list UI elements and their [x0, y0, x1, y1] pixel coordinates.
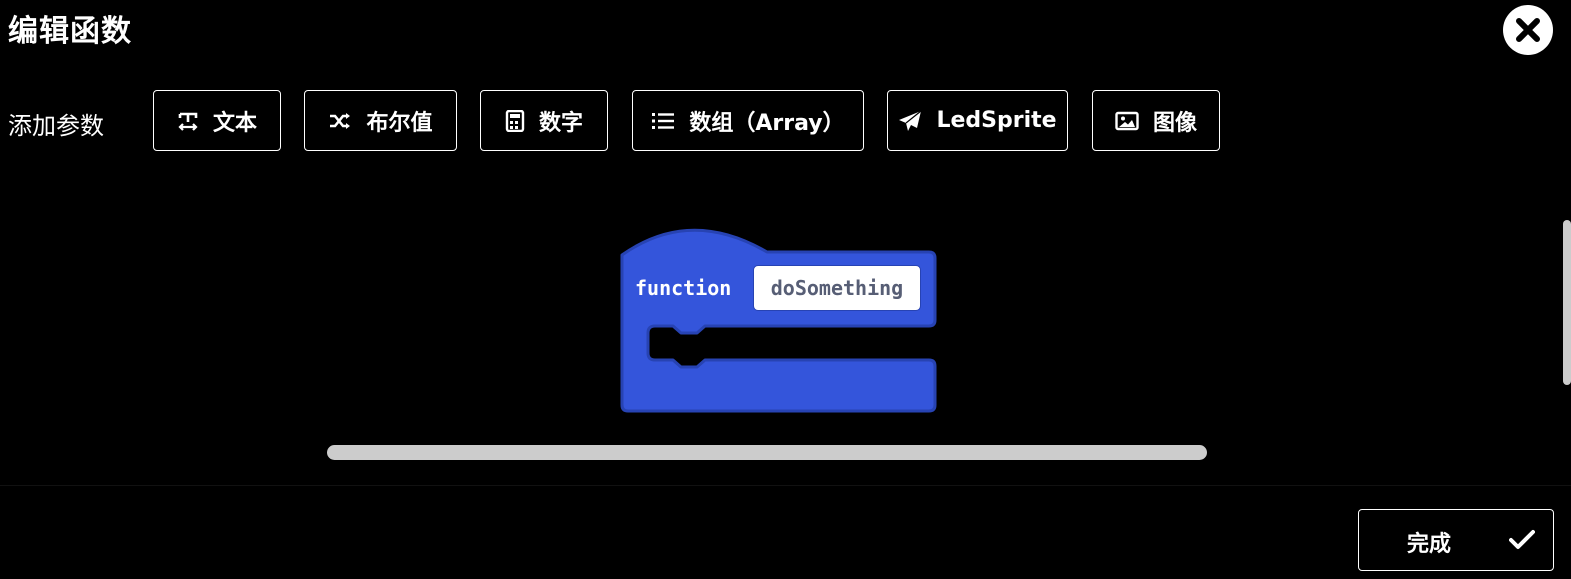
- paper-plane-icon: [898, 110, 922, 132]
- function-keyword: function: [635, 276, 732, 300]
- add-text-param-button[interactable]: 文本: [153, 90, 281, 151]
- add-number-param-button[interactable]: 数字: [480, 90, 608, 151]
- add-ledsprite-param-button[interactable]: LedSprite: [887, 90, 1068, 151]
- vertical-scrollbar[interactable]: [1563, 220, 1571, 385]
- edit-function-dialog: 编辑函数 添加参数 文本 布尔值 数字 数组（Array） LedSprite …: [0, 0, 1571, 579]
- add-boolean-param-label: 布尔值: [366, 110, 433, 136]
- add-number-param-label: 数字: [538, 110, 583, 136]
- close-button[interactable]: [1503, 5, 1553, 55]
- done-button[interactable]: 完成: [1358, 509, 1554, 571]
- text-icon: [177, 110, 199, 132]
- checkmark-icon: [1509, 530, 1535, 549]
- function-name-field[interactable]: doSomething: [753, 265, 921, 311]
- close-icon: [1516, 18, 1540, 42]
- horizontal-scrollbar[interactable]: [327, 445, 1207, 460]
- image-icon: [1115, 111, 1139, 131]
- add-parameter-label: 添加参数: [8, 112, 104, 140]
- add-boolean-param-button[interactable]: 布尔值: [304, 90, 457, 151]
- add-ledsprite-param-label: LedSprite: [936, 108, 1057, 133]
- add-image-param-button[interactable]: 图像: [1092, 90, 1220, 151]
- shuffle-icon: [328, 111, 352, 131]
- done-label: 完成: [1407, 532, 1452, 557]
- calculator-icon: [505, 109, 525, 132]
- add-array-param-label: 数组（Array）: [689, 110, 845, 136]
- dialog-title: 编辑函数: [8, 14, 132, 49]
- add-parameter-row: 添加参数 文本 布尔值 数字 数组（Array） LedSprite 图像: [0, 90, 1571, 154]
- dialog-header: 编辑函数: [0, 0, 1571, 78]
- block-workspace[interactable]: function doSomething: [0, 180, 1571, 486]
- add-text-param-label: 文本: [212, 110, 257, 136]
- add-array-param-button[interactable]: 数组（Array）: [632, 90, 864, 151]
- function-definition-block[interactable]: [620, 225, 940, 415]
- list-icon: [651, 111, 675, 131]
- add-image-param-label: 图像: [1152, 110, 1197, 136]
